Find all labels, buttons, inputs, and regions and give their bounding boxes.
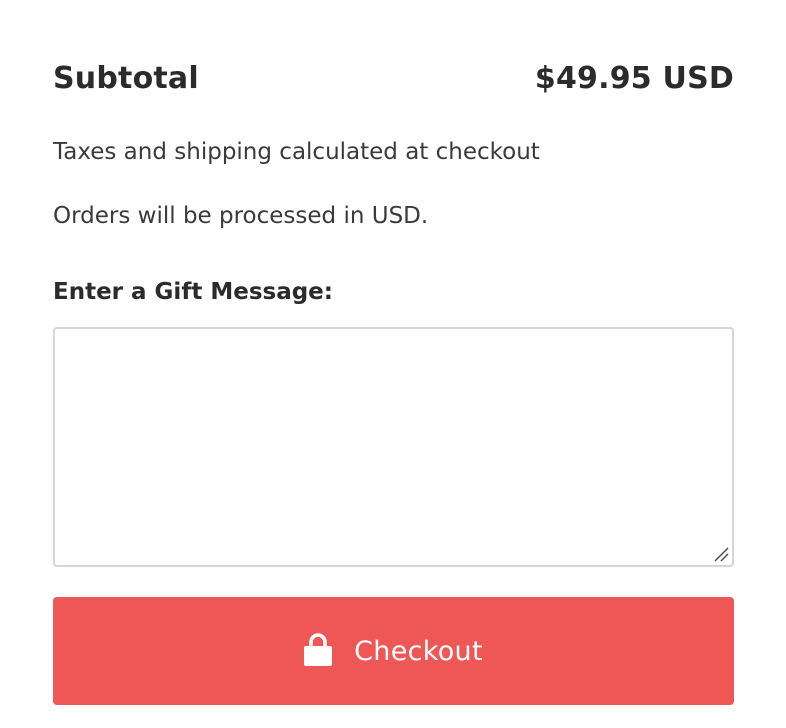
resize-grip-icon[interactable] xyxy=(713,546,729,562)
checkout-button[interactable]: Checkout xyxy=(53,597,734,705)
subtotal-value: $49.95 USD xyxy=(534,60,734,96)
currency-note: Orders will be processed in USD. xyxy=(53,203,429,229)
taxes-shipping-note: Taxes and shipping calculated at checkou… xyxy=(53,139,540,165)
lock-icon xyxy=(304,633,333,666)
gift-message-textarea[interactable] xyxy=(53,327,734,567)
checkout-label: Checkout xyxy=(354,635,483,667)
subtotal-label: Subtotal xyxy=(53,60,199,96)
subtotal-row: Subtotal $49.95 USD xyxy=(53,58,734,98)
gift-message-label: Enter a Gift Message: xyxy=(53,279,333,305)
cart-footer: Subtotal $49.95 USD Taxes and shipping c… xyxy=(0,0,786,728)
